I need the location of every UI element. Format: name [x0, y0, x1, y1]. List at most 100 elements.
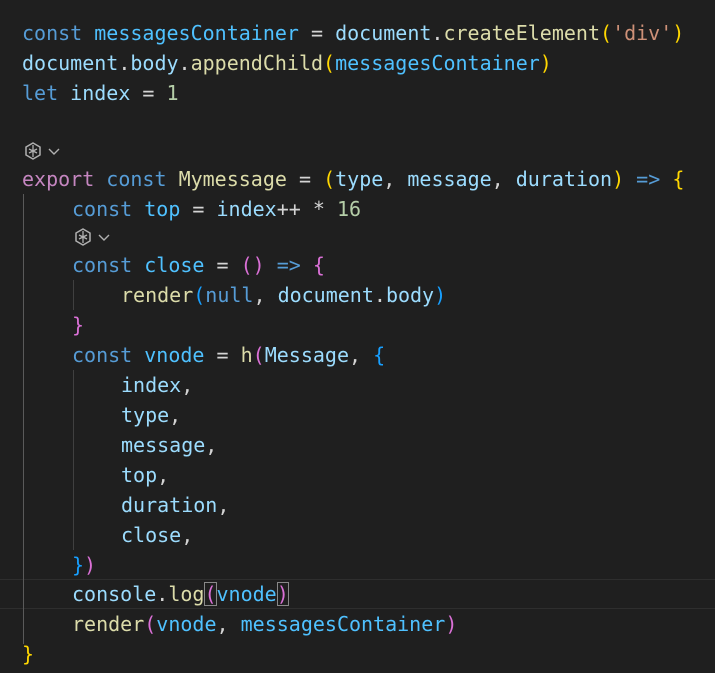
- indent-guide: [23, 194, 24, 644]
- code-editor[interactable]: const messagesContainer = document. creat…: [0, 0, 715, 673]
- bracket: {: [312, 253, 325, 277]
- code-line-5[interactable]: export const Mymessage = (type, message,…: [22, 164, 684, 194]
- indent-guide: [73, 280, 74, 310]
- code-line-20[interactable]: }: [22, 639, 34, 669]
- identifier: vnode: [144, 343, 205, 367]
- bracket: ): [434, 283, 447, 307]
- keyword: const: [72, 253, 133, 277]
- codelens-actions[interactable]: [73, 226, 111, 248]
- keyword: const: [106, 167, 167, 191]
- parameter: type: [335, 167, 384, 191]
- indent-guide: [73, 370, 74, 550]
- identifier: messagesContainer: [240, 612, 446, 636]
- punctuation: ,: [216, 612, 241, 636]
- code-line-3[interactable]: let index = 1: [22, 78, 179, 108]
- bracket: (): [240, 253, 265, 277]
- bracket: ): [84, 553, 97, 577]
- code-line-1[interactable]: const messagesContainer = document.creat…: [22, 18, 684, 48]
- punctuation: .: [373, 283, 386, 307]
- identifier: vnode: [216, 582, 277, 606]
- number-literal: 1: [166, 81, 179, 105]
- code-line-16[interactable]: close,: [121, 520, 193, 550]
- copilot-icon[interactable]: [73, 227, 93, 247]
- bracket: (: [323, 167, 336, 191]
- keyword: const: [72, 197, 133, 221]
- property-shorthand: message: [121, 433, 206, 457]
- copilot-icon[interactable]: [23, 141, 43, 161]
- code-line-9[interactable]: }: [72, 310, 84, 340]
- bracket: (: [252, 343, 265, 367]
- code-line-7[interactable]: const close = () => {: [72, 250, 325, 280]
- identifier: console: [72, 582, 157, 606]
- chevron-down-icon[interactable]: [97, 230, 111, 244]
- operator: =: [204, 253, 241, 277]
- function-name: render: [121, 283, 194, 307]
- code-line-14[interactable]: top,: [121, 460, 169, 490]
- keyword: const: [72, 343, 133, 367]
- bracket: {: [672, 167, 685, 191]
- identifier: Message: [264, 343, 349, 367]
- bracket: }: [72, 553, 85, 577]
- punctuation: ,: [181, 523, 194, 547]
- code-line-17[interactable]: }): [72, 550, 96, 580]
- bracket: }: [72, 313, 85, 337]
- chevron-down-icon[interactable]: [47, 144, 61, 158]
- codelens-actions[interactable]: [23, 140, 61, 162]
- identifier: top: [144, 197, 181, 221]
- identifier: messagesContainer: [335, 51, 540, 75]
- property-shorthand: type: [121, 403, 170, 427]
- code-line-6[interactable]: const top = index++ * 16: [72, 194, 361, 224]
- operator: =: [180, 197, 217, 221]
- function-name: createElement: [443, 21, 601, 45]
- punctuation: ,: [491, 167, 516, 191]
- bracket: {: [373, 343, 386, 367]
- punctuation: .: [156, 582, 169, 606]
- function-name: render: [72, 612, 145, 636]
- identifier: close: [144, 253, 205, 277]
- punctuation: ,: [181, 373, 194, 397]
- bracket: ): [445, 612, 458, 636]
- code-line-8[interactable]: render(null, document.body): [121, 280, 446, 310]
- keyword: const: [22, 21, 83, 45]
- identifier: document: [335, 21, 432, 45]
- punctuation: ,: [205, 433, 218, 457]
- identifier: messagesContainer: [94, 21, 299, 45]
- punctuation: ,: [253, 283, 278, 307]
- identifier: body: [385, 283, 435, 307]
- punctuation: .: [178, 51, 191, 75]
- string-literal: 'div': [612, 21, 673, 45]
- code-line-13[interactable]: message,: [121, 430, 217, 460]
- bracket: ): [612, 167, 625, 191]
- property-shorthand: close: [121, 523, 182, 547]
- parameter: duration: [515, 167, 613, 191]
- code-line-10[interactable]: const vnode = h(Message, {: [72, 340, 385, 370]
- punctuation: ,: [157, 463, 170, 487]
- code-line-11[interactable]: index,: [121, 370, 193, 400]
- function-name: log: [168, 582, 205, 606]
- function-name: Mymessage: [178, 167, 287, 191]
- punctuation: ,: [169, 403, 182, 427]
- number-literal: 16: [336, 197, 362, 221]
- keyword: null: [205, 283, 254, 307]
- operator: =: [298, 21, 336, 45]
- code-line-12[interactable]: type,: [121, 400, 181, 430]
- identifier: index: [216, 197, 277, 221]
- code-line-15[interactable]: duration,: [121, 490, 229, 520]
- operator: =: [286, 167, 324, 191]
- identifier: index: [70, 81, 131, 105]
- property-shorthand: duration: [121, 493, 218, 517]
- arrow-operator: =>: [264, 253, 313, 277]
- keyword: let: [22, 81, 59, 105]
- property-shorthand: index: [121, 373, 182, 397]
- parameter: message: [407, 167, 492, 191]
- operator: =: [130, 81, 167, 105]
- code-line-18[interactable]: console.log(vnode): [72, 579, 289, 609]
- identifier: document: [277, 283, 374, 307]
- operator: ++ *: [276, 197, 337, 221]
- bracket: (: [204, 582, 217, 606]
- code-line-19[interactable]: render(vnode, messagesContainer): [72, 609, 457, 639]
- bracket: (: [193, 283, 206, 307]
- code-line-2[interactable]: document.body.appendChild(messagesContai…: [22, 48, 552, 78]
- bracket: ): [672, 21, 685, 45]
- bracket: ): [539, 51, 552, 75]
